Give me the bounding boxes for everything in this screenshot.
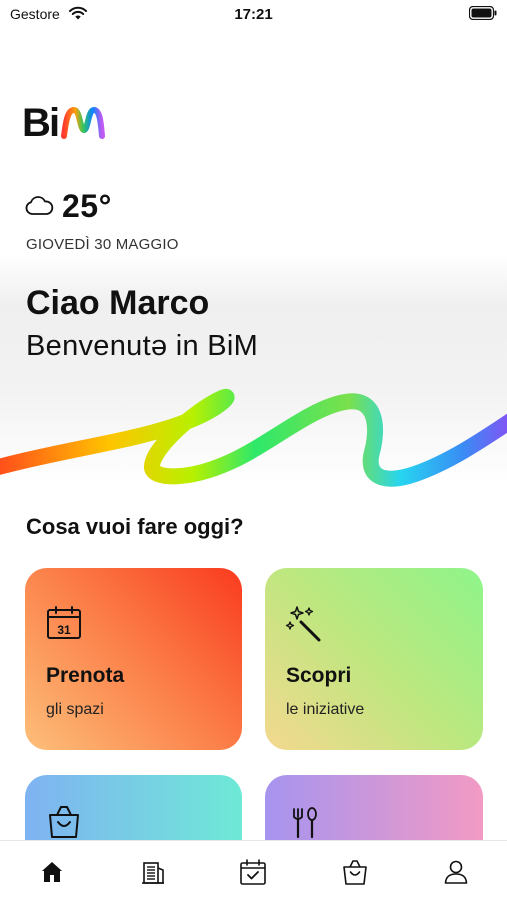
building-icon: [142, 862, 164, 884]
shopping-bag-icon: [343, 860, 367, 885]
card-subtitle: gli spazi: [46, 701, 104, 718]
status-time: 17:21: [234, 6, 273, 23]
section-title: Cosa vuoi fare oggi?: [26, 514, 244, 539]
home-icon: [42, 862, 62, 882]
svg-text:B: B: [22, 101, 51, 144]
tab-profile[interactable]: [441, 857, 471, 887]
card-title: Scopri: [286, 664, 352, 687]
card-subtitle: le iniziative: [286, 701, 365, 718]
cloud-icon: [25, 196, 54, 215]
profile-icon: [444, 860, 468, 884]
magic-wand-icon: [285, 606, 321, 642]
tab-bar: [0, 840, 507, 901]
card-scopri[interactable]: Scopri le iniziative: [265, 568, 483, 750]
battery-icon: [469, 6, 497, 20]
date-label: GIOVEDÌ 30 MAGGIO: [26, 236, 179, 253]
tab-home[interactable]: [37, 857, 67, 887]
tab-building[interactable]: [138, 857, 168, 887]
calendar-icon: 31: [47, 606, 81, 639]
status-bar: Gestore 17:21: [0, 0, 507, 30]
temperature: 25°: [62, 187, 112, 224]
card-prenota[interactable]: 31 Prenota gli spazi: [25, 568, 242, 750]
shopping-bag-icon: [49, 806, 79, 838]
calendar-check-icon: [240, 859, 266, 885]
rainbow-wave: [0, 389, 507, 487]
tab-bookings[interactable]: [238, 857, 268, 887]
tab-shop[interactable]: [340, 857, 370, 887]
greeting-title: Ciao Marco: [26, 284, 210, 322]
welcome-subtitle: Benvenutə in BiM: [26, 330, 259, 362]
weather-widget: 25°: [24, 188, 112, 224]
card-title: Prenota: [46, 664, 125, 687]
svg-text:31: 31: [57, 623, 71, 637]
cutlery-icon: [293, 807, 317, 839]
svg-text:i: i: [49, 101, 60, 144]
bim-logo: B i: [22, 101, 105, 144]
